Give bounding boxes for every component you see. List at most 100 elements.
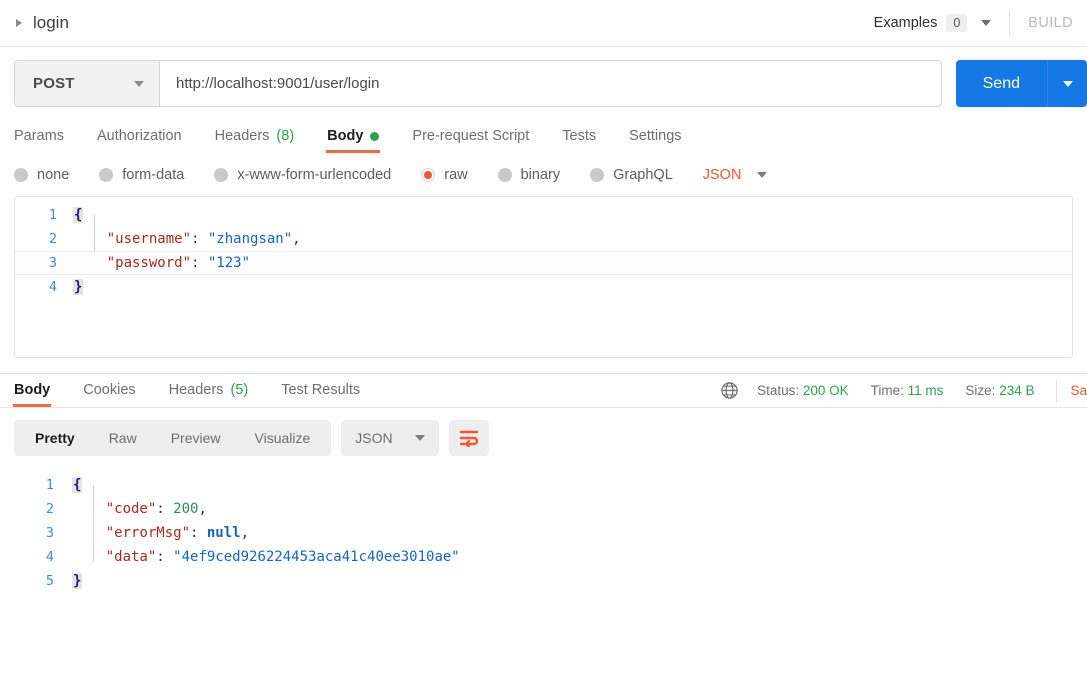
code-text: "password": "123": [73, 255, 250, 271]
send-button[interactable]: Send: [955, 60, 1047, 107]
url-input[interactable]: [160, 61, 941, 106]
request-code-area[interactable]: 1{2 "username": "zhangsan", 3 "password":…: [15, 197, 1072, 299]
time-value: 11 ms: [907, 383, 944, 398]
radio-icon: [590, 168, 605, 182]
code-line[interactable]: 3 "errorMsg": null,: [0, 521, 1087, 545]
token: "errorMsg": [105, 525, 191, 541]
line-number: 1: [45, 477, 54, 493]
response-tab-headers[interactable]: Headers (5): [169, 374, 249, 407]
word-wrap-icon[interactable]: [448, 420, 489, 456]
code-line[interactable]: 4}: [15, 275, 1072, 299]
body-type-form-data[interactable]: form-data: [99, 167, 184, 183]
response-body-viewer[interactable]: 1{2 "code": 200, 3 "errorMsg": null, 4 "da…: [0, 467, 1087, 593]
view-mode-preview[interactable]: Preview: [154, 425, 238, 451]
code-text: "code": 200,: [72, 501, 207, 517]
chevron-down-icon: [1062, 80, 1073, 87]
request-body-editor[interactable]: 1{2 "username": "zhangsan", 3 "password":…: [14, 196, 1073, 358]
body-type-x-www-form-urlencoded[interactable]: x-www-form-urlencoded: [214, 167, 391, 183]
token: :: [191, 231, 208, 247]
size-label: Size:: [965, 383, 996, 398]
code-line[interactable]: 2 "code": 200,: [0, 497, 1087, 521]
code-text: {: [73, 207, 84, 223]
tab-label: Settings: [629, 128, 682, 144]
view-mode-raw[interactable]: Raw: [92, 425, 154, 451]
request-format-select[interactable]: JSON: [703, 167, 742, 183]
code-line[interactable]: 3 "password": "123": [15, 251, 1072, 275]
response-meta: Status: 200 OK Time: 11 ms Size: 234 B S…: [720, 379, 1087, 402]
examples-label: Examples: [873, 15, 938, 31]
radio-icon: [214, 168, 229, 182]
body-type-binary[interactable]: binary: [497, 167, 561, 183]
token: "code": [105, 501, 157, 517]
token: ,: [292, 231, 301, 247]
body-type-raw[interactable]: raw: [421, 167, 468, 183]
chevron-down-icon: [134, 80, 144, 87]
request-tab-body[interactable]: Body: [326, 120, 381, 153]
code-line[interactable]: 2 "username": "zhangsan",: [15, 227, 1072, 251]
token: "4ef9ced926224453aca41c40ee3010ae": [173, 549, 460, 565]
tab-label: Body: [327, 128, 364, 144]
request-url-row: POST Send: [0, 47, 1087, 120]
response-tab-test-results[interactable]: Test Results: [281, 374, 360, 407]
triangle-right-icon[interactable]: [16, 19, 22, 27]
tab-label: Headers: [214, 128, 270, 144]
response-view-mode-group: Pretty Raw Preview Visualize: [14, 420, 332, 456]
send-group: Send: [955, 60, 1087, 107]
tab-label: Cookies: [83, 382, 136, 398]
line-number: 4: [45, 549, 54, 565]
request-tab-tests[interactable]: Tests: [562, 120, 596, 153]
chevron-down-icon: [414, 435, 425, 441]
request-tab-pre-request-script[interactable]: Pre-request Script: [412, 120, 529, 153]
tab-count: (8): [276, 128, 295, 144]
response-format-select[interactable]: JSON: [341, 420, 439, 456]
token: ,: [198, 501, 207, 517]
view-mode-pretty[interactable]: Pretty: [18, 425, 92, 451]
body-type-label: binary: [520, 167, 561, 183]
token: "data": [105, 549, 157, 565]
request-tab-authorization[interactable]: Authorization: [97, 120, 182, 153]
response-tab-body[interactable]: Body: [12, 374, 52, 407]
radio-icon: [497, 168, 512, 182]
token: :: [156, 501, 174, 517]
chevron-down-icon[interactable]: [757, 172, 768, 178]
token: "zhangsan": [207, 231, 293, 247]
send-options-button[interactable]: [1047, 60, 1087, 107]
body-type-none[interactable]: none: [14, 167, 69, 183]
body-type-label: raw: [444, 167, 468, 183]
code-line[interactable]: 1{: [15, 203, 1072, 227]
http-method-label: POST: [33, 75, 75, 92]
request-tab-headers[interactable]: Headers (8): [215, 120, 295, 153]
token: 200: [173, 501, 199, 517]
request-tab-settings[interactable]: Settings: [629, 120, 681, 153]
token: {: [72, 477, 83, 493]
build-label[interactable]: BUILD: [1028, 15, 1073, 31]
tab-label: Authorization: [96, 128, 182, 144]
view-mode-visualize[interactable]: Visualize: [238, 425, 328, 451]
token: {: [73, 207, 84, 223]
response-view-toolbar: Pretty Raw Preview Visualize JSON: [0, 408, 1087, 467]
request-tabs: Params Authorization Headers (8) Body Pre-req…: [0, 120, 1087, 153]
code-text: {: [72, 477, 83, 493]
body-present-dot-icon: [370, 131, 380, 141]
radio-icon: [14, 168, 28, 182]
token: :: [191, 255, 208, 271]
code-line[interactable]: 4 "data": "4ef9ced926224453aca41c40ee301…: [0, 545, 1087, 569]
chevron-down-icon[interactable]: [981, 20, 992, 26]
response-tab-cookies[interactable]: Cookies: [83, 374, 135, 407]
request-tab-params[interactable]: Params: [14, 120, 64, 153]
tab-label: Tests: [562, 128, 597, 144]
radio-icon: [99, 168, 114, 182]
size-metric: Size: 234 B: [965, 383, 1034, 398]
token: "username": [106, 231, 192, 247]
http-method-select[interactable]: POST: [15, 61, 160, 106]
breadcrumb: login: [16, 13, 69, 33]
response-format-label: JSON: [355, 430, 393, 446]
code-line[interactable]: 1{: [0, 473, 1087, 497]
code-line[interactable]: 5}: [0, 569, 1087, 593]
body-type-graphql[interactable]: GraphQL: [590, 167, 673, 183]
save-response-button[interactable]: Sa: [1070, 383, 1087, 398]
response-tabs-row: Body Cookies Headers (5) Test Results Status…: [0, 374, 1087, 408]
